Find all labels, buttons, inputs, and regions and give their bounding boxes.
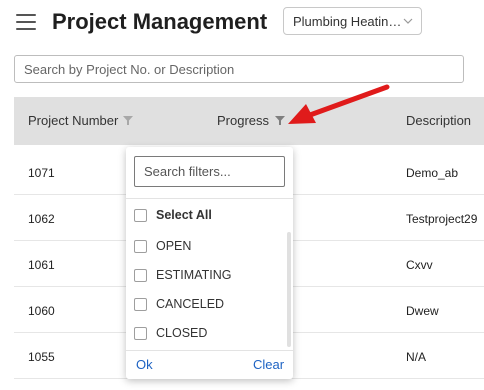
project-number-cell: 1060 — [28, 304, 55, 318]
company-select[interactable]: Plumbing Heating & Air — [283, 7, 422, 35]
description-cell: Demo_ab — [406, 166, 459, 180]
column-header-description[interactable]: Description — [406, 113, 471, 128]
description-cell: Dwew — [406, 304, 439, 318]
chevron-down-icon — [403, 18, 413, 24]
table-header: Project Number Progress Description — [14, 97, 484, 145]
project-number-cell: 1055 — [28, 350, 55, 364]
project-number-cell: 1062 — [28, 212, 55, 226]
filter-option-label: OPEN — [156, 239, 192, 253]
checkbox[interactable] — [134, 298, 147, 311]
filter-search-input[interactable] — [135, 157, 284, 186]
filter-option-label: CLOSED — [156, 326, 208, 340]
ok-button[interactable]: Ok — [136, 357, 153, 372]
project-search-input[interactable] — [15, 56, 463, 82]
project-number-cell: 1061 — [28, 258, 55, 272]
clear-button[interactable]: Clear — [253, 357, 284, 372]
filter-option-label: CANCELED — [156, 297, 225, 311]
divider — [126, 350, 293, 351]
filter-icon[interactable] — [275, 116, 285, 125]
filter-icon[interactable] — [123, 116, 133, 125]
checkbox[interactable] — [134, 269, 147, 282]
page-title: Project Management — [52, 9, 268, 34]
divider — [126, 198, 293, 199]
project-search[interactable] — [14, 55, 464, 83]
scrollbar[interactable] — [287, 232, 291, 347]
column-header-project-number[interactable]: Project Number — [28, 113, 118, 128]
annotation-arrow — [288, 84, 390, 124]
checkbox[interactable] — [134, 209, 147, 222]
description-cell: N/A — [406, 350, 427, 364]
filter-search[interactable] — [134, 156, 285, 187]
column-header-progress[interactable]: Progress — [217, 113, 269, 128]
company-select-value: Plumbing Heating & Air — [293, 14, 403, 29]
menu-icon[interactable] — [16, 14, 36, 30]
progress-filter-popup: Select All OPEN ESTIMATING CANCELED CLOS… — [126, 147, 293, 379]
description-cell: Cxvv — [406, 258, 433, 272]
filter-option-label: Select All — [156, 208, 212, 222]
checkbox[interactable] — [134, 327, 147, 340]
filter-option-label: ESTIMATING — [156, 268, 232, 282]
project-number-cell: 1071 — [28, 166, 55, 180]
description-cell: Testproject29 — [406, 212, 478, 226]
checkbox[interactable] — [134, 240, 147, 253]
